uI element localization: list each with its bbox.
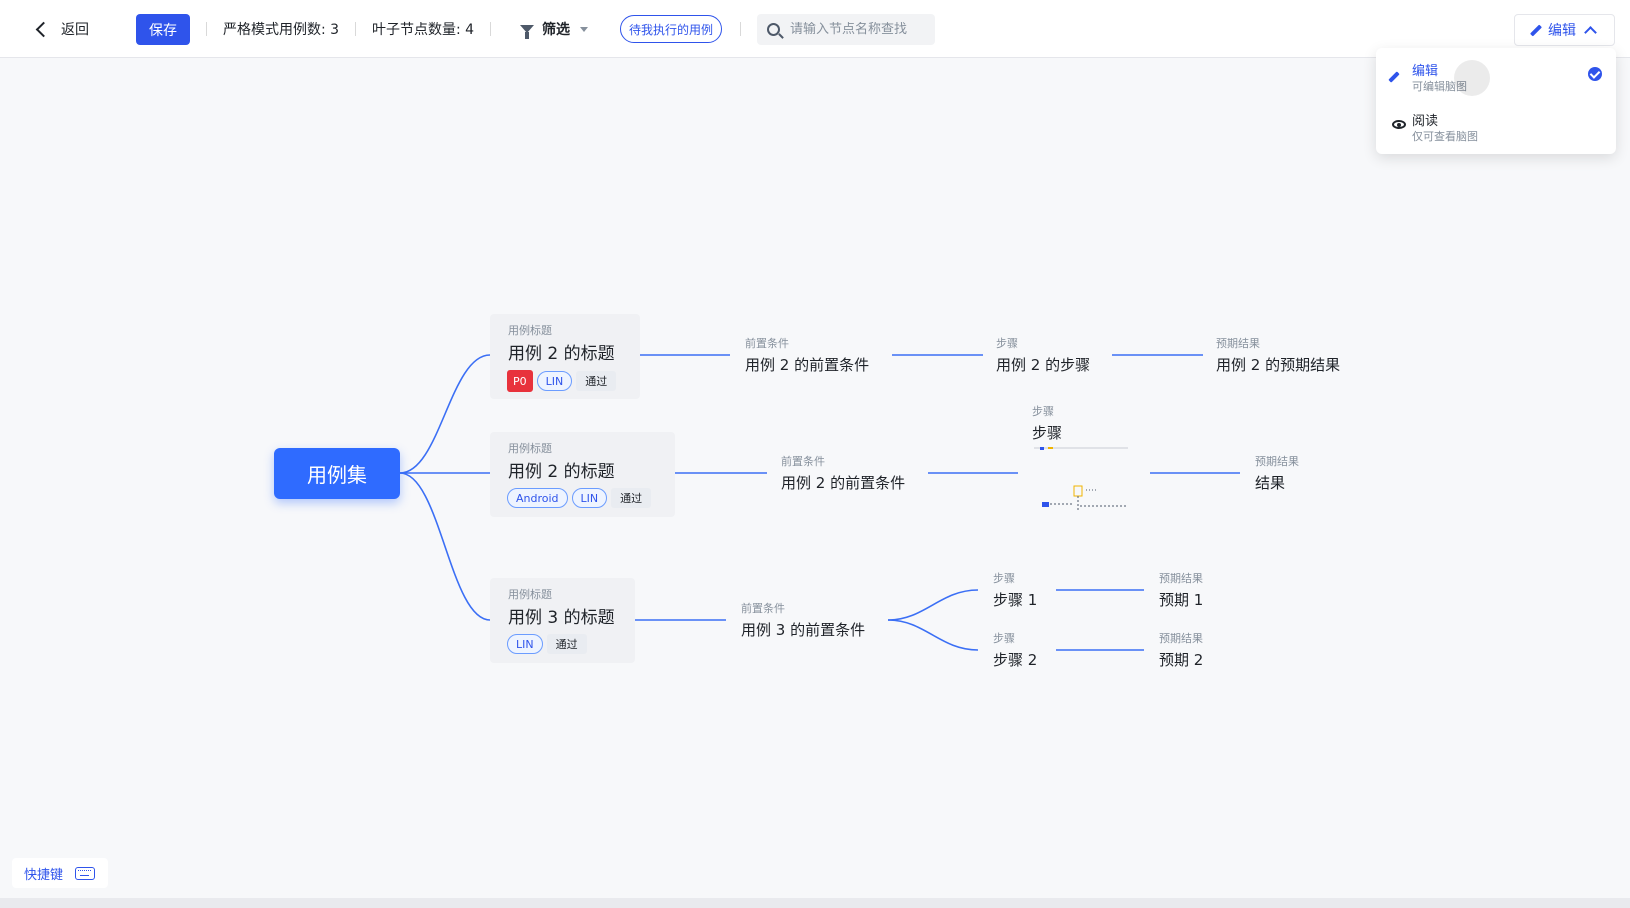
precondition-node[interactable]: 前置条件 用例 2 的前置条件 [745, 335, 869, 375]
mode-label: 编辑 [1548, 23, 1576, 39]
link-case3-step2 [887, 619, 979, 651]
node-title: 用例 2 的标题 [508, 344, 615, 364]
step-image-thumbnail [1034, 447, 1128, 512]
mode-option-title: 编辑 [1412, 64, 1439, 79]
status-tag: 通过 [576, 371, 617, 391]
link-case3-step1 [887, 589, 979, 621]
pencil-icon [1529, 23, 1543, 37]
node-caption: 步骤 [993, 572, 1015, 585]
shortcut-button[interactable]: 快捷键 [12, 858, 108, 888]
node-text: 用例 2 的前置条件 [745, 356, 870, 374]
pencil-icon [1388, 68, 1400, 87]
search-icon [767, 23, 780, 36]
status-tag: 通过 [546, 634, 587, 654]
filter-icon [520, 25, 534, 39]
search-input[interactable] [790, 22, 930, 37]
tag-list: Android LIN 通过 [507, 488, 655, 508]
mode-dropdown: 编辑 可编辑脑图 阅读 仅可查看脑图 [1376, 48, 1616, 154]
mode-option-read[interactable]: 阅读 仅可查看脑图 [1376, 100, 1616, 150]
label-tag: LIN [536, 371, 573, 391]
link-root-case3 [399, 472, 491, 621]
node-caption: 前置条件 [781, 455, 825, 468]
divider [355, 22, 356, 36]
mode-option-desc: 仅可查看脑图 [1412, 130, 1478, 143]
strict-case-count: 严格模式用例数: 3 [223, 22, 340, 38]
chevron-left-icon [35, 21, 52, 37]
priority-tag: P0 [507, 370, 533, 392]
node-text: 结果 [1255, 474, 1286, 492]
node-text: 步骤 [1032, 424, 1063, 442]
node-text: 用例 2 的预期结果 [1216, 356, 1341, 374]
node-text: 用例 2 的前置条件 [781, 474, 906, 492]
filter-button[interactable]: 筛选 [520, 0, 588, 58]
tag-list: P0 LIN 通过 [507, 370, 620, 392]
node-text: 步骤 2 [993, 651, 1038, 669]
precondition-node[interactable]: 前置条件 用例 3 的前置条件 [741, 600, 865, 640]
mode-switch-button[interactable]: 编辑 [1514, 14, 1615, 46]
node-caption: 步骤 [996, 337, 1018, 350]
shortcut-label: 快捷键 [24, 867, 64, 883]
keyboard-icon [75, 866, 96, 880]
result-node[interactable]: 预期结果 预期 1 [1159, 570, 1203, 610]
cursor-highlight [1454, 60, 1490, 96]
result-node[interactable]: 预期结果 结果 [1255, 453, 1299, 493]
node-search [757, 14, 935, 45]
node-caption: 前置条件 [741, 602, 785, 615]
tag-list: LIN 通过 [507, 634, 591, 654]
node-caption: 预期结果 [1159, 572, 1203, 585]
case-title-node[interactable]: 用例标题 用例 3 的标题 LIN 通过 [490, 578, 635, 663]
leaf-node-count: 叶子节点数量: 4 [372, 22, 475, 38]
pending-cases-button[interactable]: 待我执行的用例 [620, 15, 723, 43]
step-node[interactable]: 步骤 用例 2 的步骤 [996, 335, 1090, 375]
save-button[interactable]: 保存 [136, 14, 190, 45]
back-button[interactable]: 返回 [35, 0, 89, 58]
caret-down-icon [580, 26, 588, 32]
node-title: 用例 3 的标题 [508, 608, 615, 628]
root-node[interactable]: 用例集 [274, 448, 400, 499]
node-text: 预期 2 [1159, 651, 1204, 669]
status-tag: 通过 [611, 488, 652, 508]
result-node[interactable]: 预期结果 预期 2 [1159, 630, 1203, 670]
label-tag: LIN [571, 488, 608, 508]
case-title-node[interactable]: 用例标题 用例 2 的标题 P0 LIN 通过 [490, 314, 640, 399]
result-node[interactable]: 预期结果 用例 2 的预期结果 [1216, 335, 1340, 375]
divider [740, 22, 741, 36]
node-text: 用例 2 的步骤 [996, 356, 1091, 374]
mode-option-title: 阅读 [1412, 114, 1439, 129]
node-text: 预期 1 [1159, 591, 1204, 609]
chevron-up-icon [1584, 26, 1597, 39]
mode-option-edit[interactable]: 编辑 可编辑脑图 [1376, 50, 1616, 100]
node-caption: 用例标题 [508, 588, 552, 601]
precondition-node[interactable]: 前置条件 用例 2 的前置条件 [781, 453, 905, 493]
step-node[interactable]: 步骤 步骤 1 [993, 570, 1037, 610]
bottom-border [0, 898, 1630, 908]
node-text: 用例 3 的前置条件 [741, 621, 866, 639]
back-label: 返回 [61, 22, 89, 38]
node-caption: 预期结果 [1255, 455, 1299, 468]
divider [490, 22, 491, 36]
divider [206, 22, 207, 36]
eye-icon [1392, 118, 1406, 129]
node-caption: 前置条件 [745, 337, 789, 350]
check-circle-icon [1588, 67, 1602, 81]
node-caption: 预期结果 [1159, 632, 1203, 645]
node-caption: 步骤 [993, 632, 1015, 645]
node-caption: 预期结果 [1216, 337, 1260, 350]
case-title-node[interactable]: 用例标题 用例 2 的标题 Android LIN 通过 [490, 432, 675, 517]
node-caption: 用例标题 [508, 324, 552, 337]
filter-label: 筛选 [542, 22, 570, 38]
link-root-case1 [399, 354, 491, 474]
platform-tag: Android [507, 488, 568, 508]
step-node[interactable]: 步骤 步骤 2 [993, 630, 1037, 670]
node-caption: 用例标题 [508, 442, 552, 455]
step-node[interactable]: 步骤 步骤 [1032, 403, 1062, 443]
node-title: 用例 2 的标题 [508, 462, 615, 482]
node-text: 步骤 1 [993, 591, 1038, 609]
label-tag: LIN [507, 634, 543, 654]
node-caption: 步骤 [1032, 405, 1054, 418]
